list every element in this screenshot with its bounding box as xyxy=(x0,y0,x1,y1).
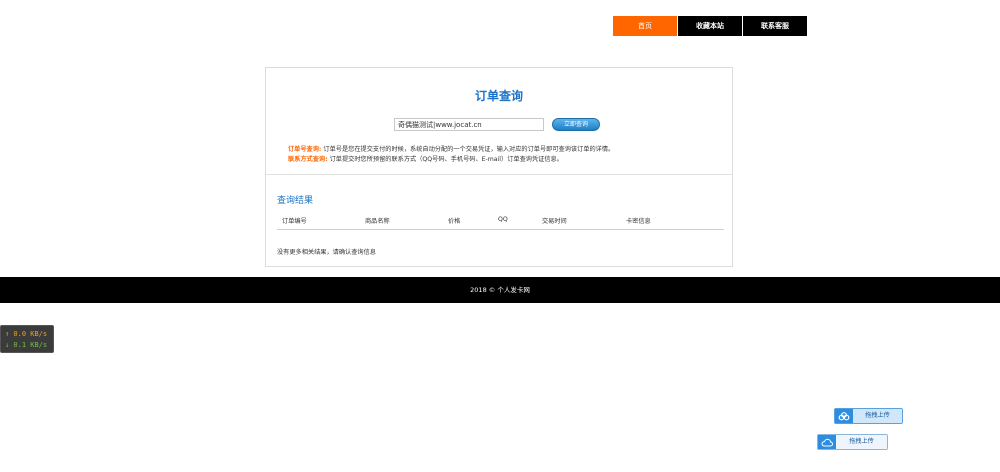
col-card-info: 卡密信息 xyxy=(626,218,651,225)
drag-upload-label: 拖拽上传 xyxy=(836,435,887,449)
divider xyxy=(266,174,732,175)
drag-upload-widget[interactable]: 拖拽上传 xyxy=(834,408,903,424)
col-product-name: 商品名称 xyxy=(365,218,390,225)
tip-text: 订单提交时您所预留的联系方式（QQ号码、手机号码、E-mail）订单查询凭证信息… xyxy=(329,155,563,163)
query-now-button[interactable]: 立即查询 xyxy=(552,118,600,131)
download-speed: ↓ 0.1 KB/s xyxy=(5,341,48,349)
col-qq: QQ xyxy=(498,216,508,223)
tip-order-number: 订单号查询: 订单号是您在提交支付的时候，系统自动分配的一个交易凭证，输入对应的… xyxy=(288,145,614,155)
footer: 2018 © 个人发卡网 xyxy=(0,277,1000,303)
tip-label: 联系方式查询: xyxy=(288,155,328,163)
nav-home[interactable]: 首页 xyxy=(613,16,677,36)
results-title: 查询结果 xyxy=(277,196,314,206)
page-title: 订单查询 xyxy=(474,89,523,103)
tip-text: 订单号是您在提交支付的时候，系统自动分配的一个交易凭证，输入对应的订单号即可查询… xyxy=(323,146,615,153)
cloud-upload-icon xyxy=(818,435,836,449)
search-row: 立即查询 xyxy=(394,118,600,131)
order-query-panel: 订单查询 立即查询 订单号查询: 订单号是您在提交支付的时候，系统自动分配的一个… xyxy=(265,67,733,267)
network-speed-widget[interactable]: ↑ 0.0 KB/s ↓ 0.1 KB/s xyxy=(0,325,54,353)
col-price: 价格 xyxy=(448,218,461,225)
results-table-header: 订单编号 商品名称 价格 QQ 交易时间 卡密信息 xyxy=(277,215,724,230)
tip-label: 订单号查询: xyxy=(288,146,322,153)
upload-speed: ↑ 0.0 KB/s xyxy=(5,330,48,338)
drag-upload-label: 拖拽上传 xyxy=(853,409,902,423)
nav-contact-support[interactable]: 联系客服 xyxy=(743,16,807,36)
query-tips: 订单号查询: 订单号是您在提交支付的时候，系统自动分配的一个交易凭证，输入对应的… xyxy=(288,145,614,164)
cloud-icon xyxy=(835,409,853,423)
nav-bookmark[interactable]: 收藏本站 xyxy=(678,16,742,36)
top-nav: 首页 收藏本站 联系客服 xyxy=(613,16,807,36)
col-order-number: 订单编号 xyxy=(282,218,307,225)
empty-message: 没有更多相关结果，请确认查询信息 xyxy=(277,249,376,256)
order-search-input[interactable] xyxy=(394,118,544,131)
col-trade-time: 交易时间 xyxy=(542,218,567,225)
tip-contact: 联系方式查询: 订单提交时您所预留的联系方式（QQ号码、手机号码、E-mail）… xyxy=(288,155,614,165)
drag-upload-widget-secondary[interactable]: 拖拽上传 xyxy=(817,434,888,450)
